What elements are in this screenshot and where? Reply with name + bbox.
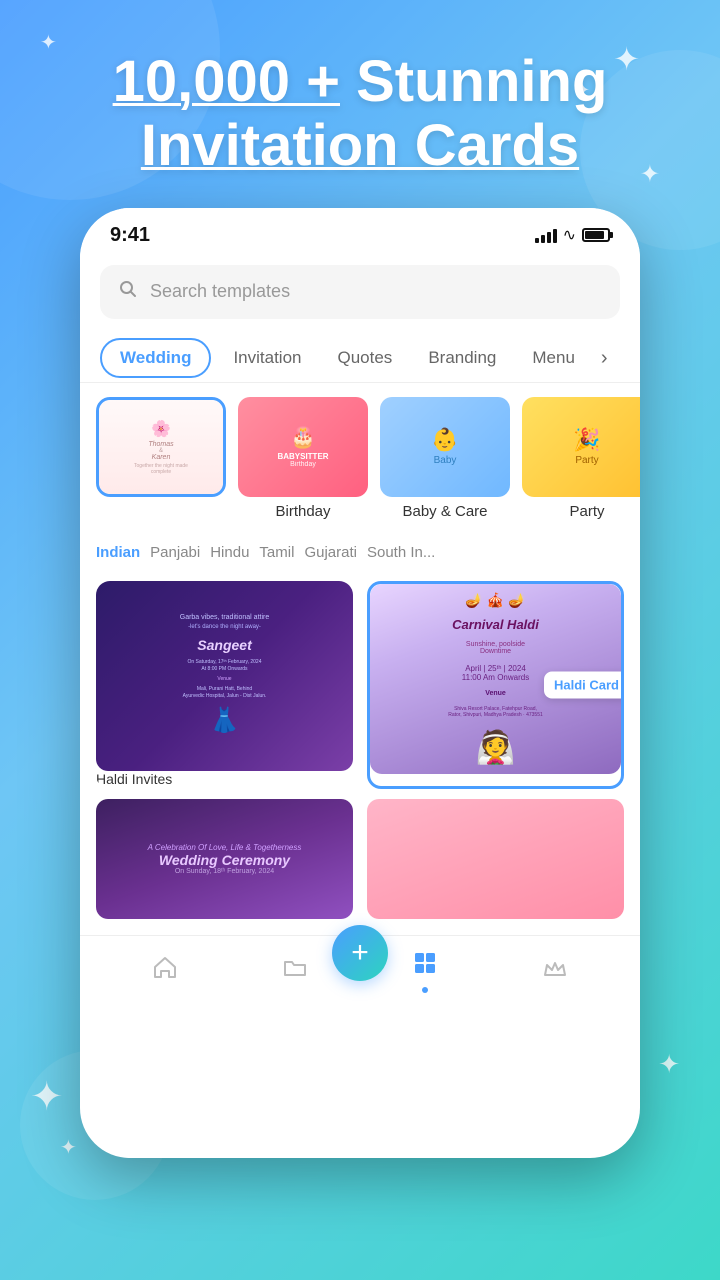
tab-more-icon[interactable]: › (593, 335, 616, 382)
folder-icon (282, 955, 308, 988)
region-tab-panjabi[interactable]: Panjabi (150, 544, 200, 561)
nav-grid[interactable] (412, 950, 438, 993)
search-icon (118, 279, 138, 305)
haldi-card-badge: Haldi Card (544, 671, 624, 698)
search-placeholder: Search templates (150, 281, 290, 302)
region-tab-tamil[interactable]: Tamil (259, 544, 294, 561)
carnival-haldi-card[interactable]: 🪔🎪🪔 Carnival Haldi Sunshine, poolsideDow… (367, 581, 624, 789)
haldi-invites-card[interactable]: Garba vibes, traditional attire -let's d… (96, 581, 353, 789)
wifi-icon: ∿ (563, 225, 576, 245)
grid-icon (412, 950, 438, 983)
region-tab-indian[interactable]: Indian (96, 544, 140, 561)
tab-wedding[interactable]: Wedding (100, 338, 211, 378)
region-tab-south-indian[interactable]: South In... (367, 544, 435, 561)
status-time: 9:41 (110, 224, 150, 247)
birthday-label: Birthday (275, 503, 330, 520)
nav-crown[interactable] (542, 955, 568, 988)
nav-home[interactable] (152, 955, 178, 988)
phone-mockup: 9:41 ∿ (80, 208, 640, 1158)
region-tab-hindu[interactable]: Hindu (210, 544, 249, 561)
template-card-baby-care[interactable]: 👶 Baby Baby & Care (380, 397, 510, 520)
battery-icon (582, 228, 610, 242)
baby-care-label: Baby & Care (402, 503, 487, 520)
signal-icon (535, 227, 557, 243)
tab-invitation[interactable]: Invitation (215, 336, 319, 380)
region-tab-gujarati[interactable]: Gujarati (304, 544, 357, 561)
template-card-wedding[interactable]: 🌸 Thomas & Karen Together the night made… (96, 397, 226, 497)
hero-title-highlight: 10,000 + (113, 49, 340, 114)
fab-button[interactable]: + (332, 925, 388, 981)
party-label: Party (569, 503, 604, 520)
tab-menu[interactable]: Menu (514, 336, 593, 380)
template-card-birthday[interactable]: 🎂 BABYSITTER Birthday Birthday (238, 397, 368, 520)
tab-branding[interactable]: Branding (410, 336, 514, 380)
search-bar[interactable]: Search templates (100, 265, 620, 319)
nav-folder[interactable] (282, 955, 308, 988)
template-scroll-row: 🌸 Thomas & Karen Together the night made… (80, 383, 640, 534)
placeholder-card[interactable] (367, 799, 624, 919)
haldi-invites-image: Garba vibes, traditional attire -let's d… (96, 581, 353, 771)
category-tabs: Wedding Invitation Quotes Branding Menu … (80, 335, 640, 383)
status-bar: 9:41 ∿ (80, 208, 640, 255)
hero-title: 10,000 + Stunning Invitation Cards (40, 50, 680, 178)
bottom-nav: + (80, 935, 640, 1011)
status-icons: ∿ (535, 225, 610, 245)
wedding-flower-icon: 🌸 (151, 419, 171, 439)
wedding-ceremony-card[interactable]: A Celebration Of Love, Life & Togetherne… (96, 799, 353, 919)
crown-icon (542, 955, 568, 988)
region-tabs: Indian Panjabi Hindu Tamil Gujarati Sout… (80, 534, 640, 571)
home-icon (152, 955, 178, 988)
phone-wrapper: 9:41 ∿ (0, 208, 720, 1158)
fab-plus-icon: + (351, 936, 369, 970)
nav-active-dot (422, 987, 428, 993)
hero-section: 10,000 + Stunning Invitation Cards (0, 0, 720, 208)
card-grid: Garba vibes, traditional attire -let's d… (80, 571, 640, 799)
tab-quotes[interactable]: Quotes (320, 336, 411, 380)
search-container: Search templates (80, 255, 640, 335)
haldi-invites-label: Haldi Invites (96, 771, 172, 787)
bottom-card-row: A Celebration Of Love, Life & Togetherne… (80, 799, 640, 935)
template-card-party[interactable]: 🎉 Party Party (522, 397, 640, 520)
hero-subtitle: Invitation Cards (141, 113, 579, 178)
